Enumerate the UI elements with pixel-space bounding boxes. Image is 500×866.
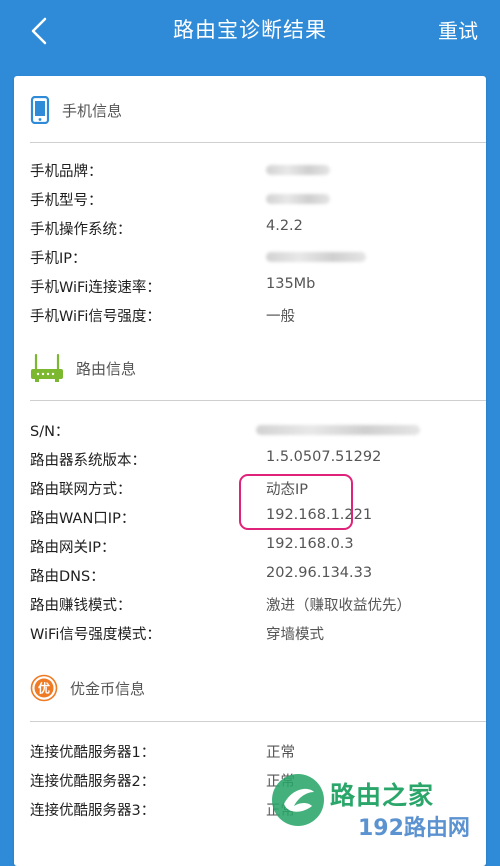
watermark-text: 路由之家	[330, 781, 435, 810]
phone-wifi-speed-label: 手机WiFi连接速率：	[30, 280, 161, 296]
phone-wifi-signal-row: 手机WiFi信号强度： 一般	[30, 305, 470, 334]
router-sn-label: S/N：	[30, 424, 70, 440]
phone-os-row: 手机操作系统： 4.2.2	[30, 218, 470, 247]
watermark: 路由之家 192路由网	[268, 770, 500, 853]
router-connection-label: 路由联网方式：	[30, 482, 132, 498]
youku-server-1-row: 连接优酷服务器1： 正常	[30, 741, 470, 770]
phone-model-row: 手机型号：	[30, 189, 470, 218]
diagnosis-card: 手机信息 手机品牌： 手机型号： 手机操作系统： 4.2.2 手机IP： 手机W…	[14, 76, 486, 866]
router-dns-value: 202.96.134.33	[266, 565, 373, 581]
leaf-logo-icon	[272, 774, 324, 826]
youku-server-1-value: 正常	[266, 745, 295, 761]
phone-icon	[30, 96, 50, 124]
divider	[30, 721, 486, 722]
phone-ip-label: 手机IP：	[30, 251, 87, 267]
phone-wifi-signal-value: 一般	[266, 309, 295, 325]
phone-model-label: 手机型号：	[30, 193, 103, 209]
router-sn-value	[256, 420, 420, 439]
router-gateway-value: 192.168.0.3	[266, 536, 354, 552]
youku-server-1-label: 连接优酷服务器1：	[30, 745, 156, 761]
divider	[30, 400, 486, 401]
coin-icon: 优	[30, 674, 58, 702]
router-earning-mode-value: 激进（赚取收益优先）	[266, 598, 411, 614]
page-title: 路由宝诊断结果	[173, 18, 327, 42]
phone-model-value	[266, 189, 330, 208]
phone-wifi-speed-value: 135Mb	[266, 276, 316, 292]
youku-server-2-label: 连接优酷服务器2：	[30, 774, 156, 790]
phone-wifi-signal-label: 手机WiFi信号强度：	[30, 309, 161, 325]
router-earning-mode-row: 路由赚钱模式： 激进（赚取收益优先）	[30, 594, 470, 623]
top-bar: 路由宝诊断结果 重试	[0, 0, 500, 62]
router-wifi-mode-value: 穿墙模式	[266, 627, 324, 643]
coin-section-header: 优 优金币信息	[30, 668, 145, 708]
coin-icon-glyph: 优	[38, 681, 50, 696]
router-section-header: 路由信息	[30, 348, 136, 388]
router-version-label: 路由器系统版本：	[30, 453, 146, 469]
divider	[30, 142, 486, 143]
phone-brand-value	[266, 160, 330, 179]
router-earning-mode-label: 路由赚钱模式：	[30, 598, 132, 614]
router-wifi-mode-label: WiFi信号强度模式：	[30, 627, 161, 643]
phone-brand-row: 手机品牌：	[30, 160, 470, 189]
router-wan-ip-label: 路由WAN口IP：	[30, 511, 136, 527]
highlight-box	[239, 474, 353, 530]
retry-button[interactable]: 重试	[438, 15, 478, 44]
router-wifi-mode-row: WiFi信号强度模式： 穿墙模式	[30, 623, 470, 652]
youku-server-3-label: 连接优酷服务器3：	[30, 803, 156, 819]
phone-os-value: 4.2.2	[266, 218, 303, 234]
router-gateway-label: 路由网关IP：	[30, 540, 116, 556]
router-version-value: 1.5.0507.51292	[266, 449, 382, 465]
watermark-url: 192路由网	[358, 816, 470, 841]
router-dns-row: 路由DNS： 202.96.134.33	[30, 565, 470, 594]
router-dns-label: 路由DNS：	[30, 569, 105, 585]
phone-wifi-speed-row: 手机WiFi连接速率： 135Mb	[30, 276, 470, 305]
router-section-title: 路由信息	[76, 359, 137, 378]
router-icon	[31, 353, 63, 382]
phone-ip-row: 手机IP：	[30, 247, 470, 276]
phone-ip-value	[266, 247, 366, 266]
coin-section-title: 优金币信息	[70, 679, 146, 698]
router-sn-row: S/N：	[30, 420, 470, 449]
phone-os-label: 手机操作系统：	[30, 222, 132, 238]
phone-brand-label: 手机品牌：	[30, 164, 103, 180]
phone-section-title: 手机信息	[62, 101, 123, 120]
phone-section-header: 手机信息	[30, 90, 122, 130]
router-gateway-row: 路由网关IP： 192.168.0.3	[30, 536, 470, 565]
